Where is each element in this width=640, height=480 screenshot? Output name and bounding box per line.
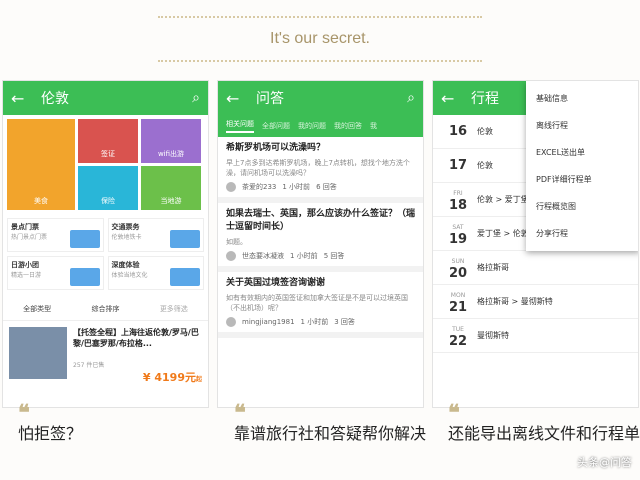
divider-bottom	[158, 60, 482, 62]
category-tiles: 美食 签证 wifi出游 保险 当地游	[3, 115, 208, 214]
phone-destination: ← 伦敦 ⌕ 美食 签证 wifi出游 保险 当地游 景点门票 热门景点门票 交通…	[2, 80, 209, 408]
search-icon[interactable]: ⌕	[192, 90, 200, 106]
filter-bar: 全部类型 综合排序 更多筛选	[3, 298, 208, 321]
avatar	[226, 317, 236, 327]
qa-tabs: 相关问题 全部问题 我的问题 我的回答 我	[218, 115, 423, 137]
app-bar: ← 问答 ⌕	[218, 81, 423, 115]
product-sold: 257 件已售	[73, 362, 105, 369]
card-day-tour[interactable]: 日游小团 精选一日游	[7, 256, 104, 290]
promo-page: It's our secret. ← 伦敦 ⌕ 美食 签证 wifi出游 保险 …	[0, 0, 640, 480]
tile-wifi[interactable]: wifi出游	[141, 119, 201, 163]
phone-itinerary: ← 行程 16 伦敦 17 伦敦 FRI 18 伦敦 > 爱丁堡 SAT 19 爱丁堡 > …	[432, 80, 639, 408]
tile-food[interactable]: 美食	[7, 119, 75, 210]
caption-3: 还能导出离线文件和行程单	[448, 424, 640, 443]
question-item[interactable]: 希斯罗机场可以洗澡吗？ 早上7点多到达希斯罗机场，晚上7点转机，想找个地方洗个澡，…	[218, 137, 423, 203]
avatar	[226, 251, 236, 261]
city-title[interactable]: 伦敦	[33, 88, 192, 108]
product-item[interactable]: 【托签全程】上海往返伦敦/罗马/巴黎/巴塞罗那/布拉格... 257 件已售 ¥…	[3, 321, 208, 391]
menu-pdf[interactable]: PDF详细行程单	[526, 166, 638, 193]
menu-overview[interactable]: 行程概览图	[526, 193, 638, 220]
product-price: ¥ 4199元起	[142, 371, 202, 384]
card-tickets[interactable]: 景点门票 热门景点门票	[7, 218, 104, 252]
menu-share[interactable]: 分享行程	[526, 220, 638, 247]
question-item[interactable]: 关于英国过境签咨询谢谢 如有有效期内的英国签证和加拿大签证是不是可以过境英国（不出…	[218, 272, 423, 338]
card-transport[interactable]: 交通票务 伦敦地铁卡	[107, 218, 204, 252]
tagline: It's our secret.	[270, 30, 370, 47]
filter-sort[interactable]: 综合排序	[91, 304, 119, 314]
menu-excel[interactable]: EXCEL送出单	[526, 139, 638, 166]
filter-type[interactable]: 全部类型	[23, 304, 51, 314]
tab-mine[interactable]: 我的问题	[298, 121, 326, 131]
phone-qa: ← 问答 ⌕ 相关问题 全部问题 我的问题 我的回答 我 希斯罗机场可以洗澡吗？…	[217, 80, 424, 408]
card-experience[interactable]: 深度体验 体验当地文化	[107, 256, 204, 290]
caption-2: 靠谱旅行社和答疑帮你解决	[234, 424, 427, 443]
product-thumbnail	[9, 327, 67, 379]
menu-basic-info[interactable]: 基础信息	[526, 85, 638, 112]
watermark: 头条@问答	[577, 456, 632, 469]
day-row[interactable]: SUN 20 格拉斯哥	[433, 251, 638, 285]
divider-top	[158, 16, 482, 18]
back-arrow-icon[interactable]: ←	[441, 89, 463, 108]
menu-offline[interactable]: 离线行程	[526, 112, 638, 139]
qa-title: 问答	[256, 91, 284, 107]
filter-more[interactable]: 更多筛选	[160, 304, 188, 314]
product-title: 【托签全程】上海往返伦敦/罗马/巴黎/巴塞罗那/布拉格...	[73, 328, 199, 348]
tab-related[interactable]: 相关问题	[226, 119, 254, 133]
search-icon[interactable]: ⌕	[407, 90, 415, 106]
export-menu: 基础信息 离线行程 EXCEL送出单 PDF详细行程单 行程概览图 分享行程	[526, 81, 638, 251]
app-bar: ← 伦敦 ⌕	[3, 81, 208, 115]
avatar	[226, 182, 236, 192]
tile-visa[interactable]: 签证	[78, 119, 138, 163]
day-row[interactable]: MON 21 格拉斯哥 > 曼彻斯特	[433, 285, 638, 319]
question-item[interactable]: 如果去瑞士、英国，那么应该办什么签证？（瑞士逗留时间长） 如题。 世态要冰凝液 1 …	[218, 203, 423, 272]
caption-1: 怕拒签？	[18, 424, 83, 443]
tile-local-tour[interactable]: 当地游	[141, 166, 201, 210]
service-cards: 景点门票 热门景点门票 交通票务 伦敦地铁卡 日游小团 精选一日游 深度体验 体验当地文…	[3, 214, 208, 294]
day-row[interactable]: TUE 22 曼彻斯特	[433, 319, 638, 353]
tab-answers[interactable]: 我的回答	[334, 121, 362, 131]
tile-insurance[interactable]: 保险	[78, 166, 138, 210]
tab-all[interactable]: 全部问题	[262, 121, 290, 131]
back-arrow-icon[interactable]: ←	[11, 89, 33, 108]
back-arrow-icon[interactable]: ←	[226, 89, 248, 108]
tab-more[interactable]: 我	[370, 121, 377, 131]
